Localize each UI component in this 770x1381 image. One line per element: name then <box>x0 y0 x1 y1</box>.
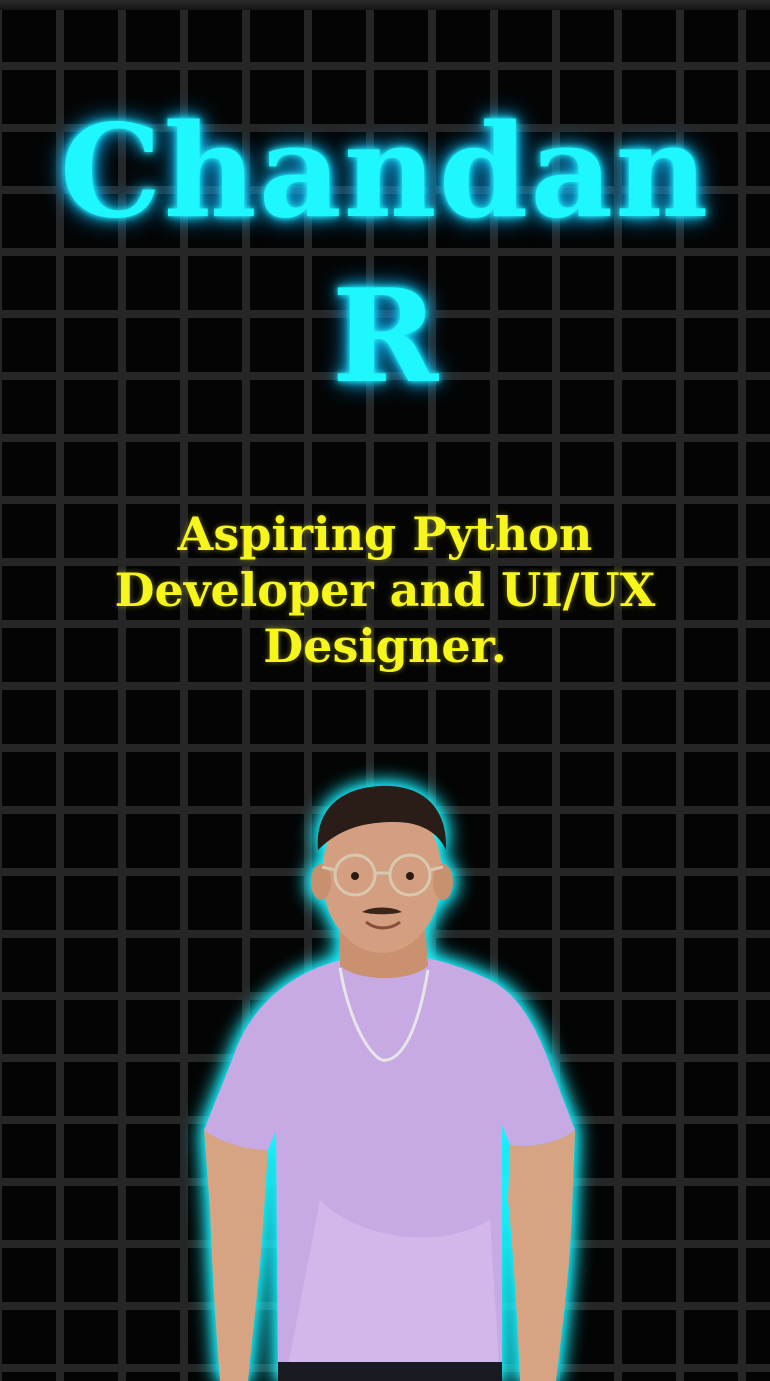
tagline: Aspiring Python Developer and UI/UX Desi… <box>114 507 656 673</box>
right-arm <box>508 1130 575 1381</box>
portfolio-hero: Chandan R Aspiring Python Developer and … <box>0 0 770 1381</box>
top-edge-strip <box>0 0 770 10</box>
person-portrait-icon <box>204 785 575 1381</box>
name-first: Chandan <box>59 97 711 247</box>
name-last: R <box>331 262 439 412</box>
left-arm <box>204 1130 268 1381</box>
